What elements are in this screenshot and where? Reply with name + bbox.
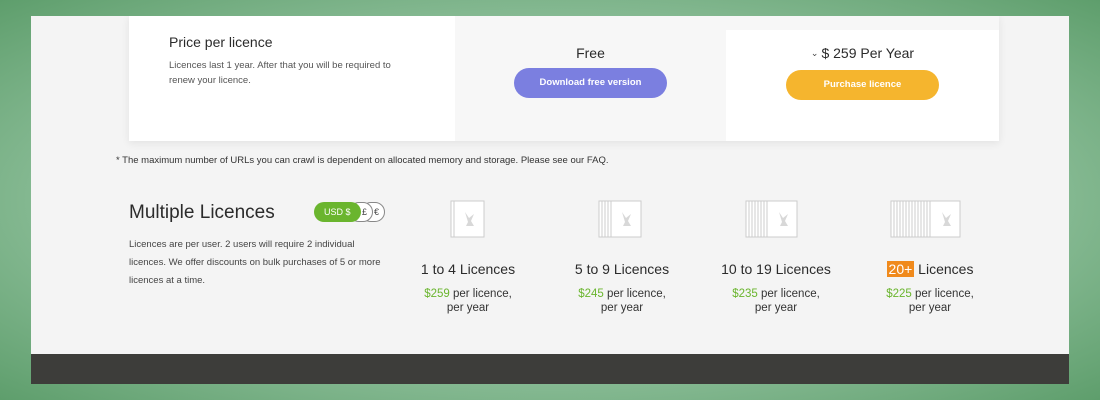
free-plan-column: Free Download free version — [455, 16, 726, 141]
tier-unit: per licence, — [603, 288, 666, 300]
currency-toggle: USD $ £ € — [314, 202, 385, 222]
tier-period: per year — [908, 302, 952, 314]
tier-name-suffix: Licences — [914, 261, 974, 277]
currency-usd-option[interactable]: USD $ — [314, 202, 361, 222]
purchase-licence-button[interactable]: Purchase licence — [786, 70, 939, 100]
licence-stack-icon — [711, 199, 841, 239]
pricing-label-column: Price per licence Licences last 1 year. … — [129, 16, 455, 141]
chevron-down-icon: ⌄ — [810, 47, 819, 58]
tier-price: $225 per licence, per year — [865, 287, 995, 315]
tier-period: per year — [600, 302, 644, 314]
tier-5-9: 5 to 9 Licences $245 per licence, per ye… — [557, 199, 687, 315]
tier-name: 1 to 4 Licences — [420, 261, 516, 277]
licence-stack-icon — [557, 199, 687, 239]
currency-dropdown[interactable]: ⌄ — [811, 48, 819, 59]
tier-highlight: 20+ — [886, 261, 915, 277]
paid-plan-price-row: ⌄ $ 259 Per Year — [726, 45, 999, 61]
multiple-licences-title: Multiple Licences — [129, 202, 275, 223]
pricing-description: Licences last 1 year. After that you wil… — [169, 60, 391, 86]
tier-unit: per licence, — [449, 288, 512, 300]
paid-plan-price: $ 259 Per Year — [821, 45, 915, 61]
tier-name: 20+ Licences — [865, 261, 995, 277]
tier-amount: $225 — [886, 288, 912, 300]
pricing-card: Price per licence Licences last 1 year. … — [129, 16, 999, 141]
tier-price: $235 per licence, per year — [711, 287, 841, 315]
licence-stack-icon — [403, 199, 533, 239]
licence-stack-icon — [865, 199, 995, 239]
tier-20-plus: 20+ Licences $225 per licence, per year — [865, 199, 995, 315]
pricing-title: Price per licence — [169, 34, 273, 50]
footer-band — [31, 354, 1069, 384]
tier-period: per year — [446, 302, 490, 314]
tier-unit: per licence, — [757, 288, 820, 300]
footnote: * The maximum number of URLs you can cra… — [116, 155, 609, 166]
download-free-button[interactable]: Download free version — [514, 68, 667, 98]
tier-amount: $235 — [732, 288, 758, 300]
tier-unit: per licence, — [911, 288, 974, 300]
tier-name: 10 to 19 Licences — [721, 261, 831, 277]
page: Price per licence Licences last 1 year. … — [31, 16, 1069, 384]
paid-plan-column: ⌄ $ 259 Per Year Purchase licence — [726, 16, 999, 141]
free-plan-name: Free — [576, 45, 605, 61]
tier-amount: $259 — [424, 288, 450, 300]
tier-period: per year — [754, 302, 798, 314]
tier-price: $245 per licence, per year — [557, 287, 687, 315]
tier-name: 5 to 9 Licences — [574, 261, 670, 277]
tier-amount: $245 — [578, 288, 604, 300]
multiple-licences-description: Licences are per user. 2 users will requ… — [129, 239, 381, 286]
tier-1-4: 1 to 4 Licences $259 per licence, per ye… — [403, 199, 533, 315]
tier-price: $259 per licence, per year — [403, 287, 533, 315]
tier-10-19: 10 to 19 Licences $235 per licence, per … — [711, 199, 841, 315]
